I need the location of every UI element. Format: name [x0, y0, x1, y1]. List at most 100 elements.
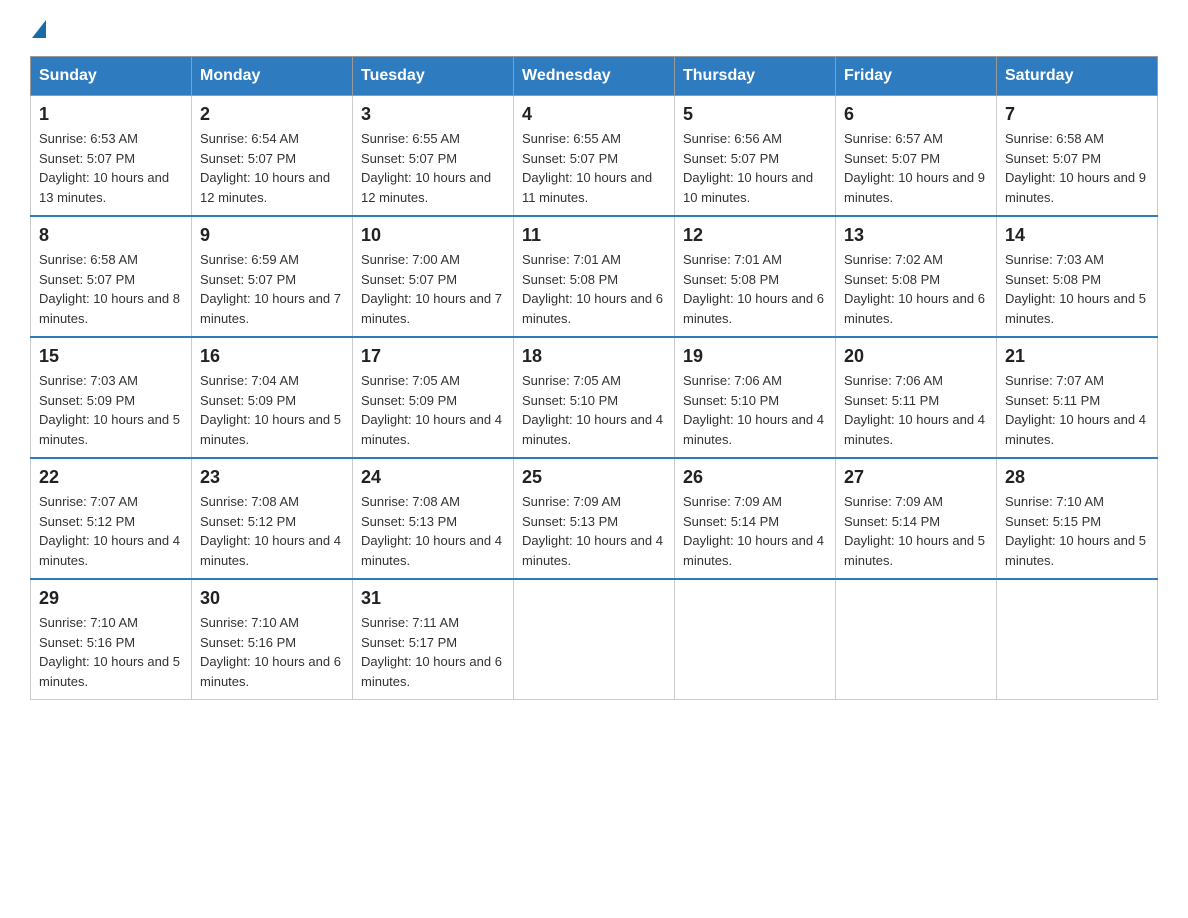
day-number: 29	[39, 588, 183, 609]
day-info: Sunrise: 7:00 AM Sunset: 5:07 PM Dayligh…	[361, 250, 505, 328]
calendar-cell: 21 Sunrise: 7:07 AM Sunset: 5:11 PM Dayl…	[997, 337, 1158, 458]
calendar-week-row: 29 Sunrise: 7:10 AM Sunset: 5:16 PM Dayl…	[31, 579, 1158, 700]
calendar-cell: 11 Sunrise: 7:01 AM Sunset: 5:08 PM Dayl…	[514, 216, 675, 337]
day-info: Sunrise: 6:57 AM Sunset: 5:07 PM Dayligh…	[844, 129, 988, 207]
calendar-week-row: 1 Sunrise: 6:53 AM Sunset: 5:07 PM Dayli…	[31, 96, 1158, 217]
calendar-cell: 14 Sunrise: 7:03 AM Sunset: 5:08 PM Dayl…	[997, 216, 1158, 337]
calendar-cell: 19 Sunrise: 7:06 AM Sunset: 5:10 PM Dayl…	[675, 337, 836, 458]
day-info: Sunrise: 7:01 AM Sunset: 5:08 PM Dayligh…	[522, 250, 666, 328]
calendar-cell: 27 Sunrise: 7:09 AM Sunset: 5:14 PM Dayl…	[836, 458, 997, 579]
day-number: 11	[522, 225, 666, 246]
calendar-cell: 17 Sunrise: 7:05 AM Sunset: 5:09 PM Dayl…	[353, 337, 514, 458]
page-header	[30, 20, 1158, 36]
calendar-cell: 3 Sunrise: 6:55 AM Sunset: 5:07 PM Dayli…	[353, 96, 514, 217]
day-number: 9	[200, 225, 344, 246]
calendar-cell: 12 Sunrise: 7:01 AM Sunset: 5:08 PM Dayl…	[675, 216, 836, 337]
logo-blue-part	[30, 20, 46, 36]
weekday-header-thursday: Thursday	[675, 57, 836, 96]
day-info: Sunrise: 7:06 AM Sunset: 5:11 PM Dayligh…	[844, 371, 988, 449]
calendar-cell: 28 Sunrise: 7:10 AM Sunset: 5:15 PM Dayl…	[997, 458, 1158, 579]
day-number: 17	[361, 346, 505, 367]
day-info: Sunrise: 7:07 AM Sunset: 5:11 PM Dayligh…	[1005, 371, 1149, 449]
calendar-cell: 20 Sunrise: 7:06 AM Sunset: 5:11 PM Dayl…	[836, 337, 997, 458]
day-number: 24	[361, 467, 505, 488]
day-number: 7	[1005, 104, 1149, 125]
day-info: Sunrise: 6:58 AM Sunset: 5:07 PM Dayligh…	[1005, 129, 1149, 207]
day-info: Sunrise: 6:55 AM Sunset: 5:07 PM Dayligh…	[522, 129, 666, 207]
day-info: Sunrise: 7:05 AM Sunset: 5:10 PM Dayligh…	[522, 371, 666, 449]
day-number: 27	[844, 467, 988, 488]
day-number: 6	[844, 104, 988, 125]
calendar-cell: 31 Sunrise: 7:11 AM Sunset: 5:17 PM Dayl…	[353, 579, 514, 700]
day-info: Sunrise: 7:06 AM Sunset: 5:10 PM Dayligh…	[683, 371, 827, 449]
day-number: 13	[844, 225, 988, 246]
day-info: Sunrise: 7:10 AM Sunset: 5:15 PM Dayligh…	[1005, 492, 1149, 570]
day-info: Sunrise: 7:08 AM Sunset: 5:13 PM Dayligh…	[361, 492, 505, 570]
calendar-cell: 29 Sunrise: 7:10 AM Sunset: 5:16 PM Dayl…	[31, 579, 192, 700]
day-number: 16	[200, 346, 344, 367]
day-number: 25	[522, 467, 666, 488]
day-number: 30	[200, 588, 344, 609]
day-number: 21	[1005, 346, 1149, 367]
day-info: Sunrise: 6:55 AM Sunset: 5:07 PM Dayligh…	[361, 129, 505, 207]
calendar-cell: 30 Sunrise: 7:10 AM Sunset: 5:16 PM Dayl…	[192, 579, 353, 700]
day-info: Sunrise: 6:54 AM Sunset: 5:07 PM Dayligh…	[200, 129, 344, 207]
calendar-cell: 18 Sunrise: 7:05 AM Sunset: 5:10 PM Dayl…	[514, 337, 675, 458]
day-info: Sunrise: 7:08 AM Sunset: 5:12 PM Dayligh…	[200, 492, 344, 570]
day-info: Sunrise: 6:56 AM Sunset: 5:07 PM Dayligh…	[683, 129, 827, 207]
logo	[30, 20, 46, 36]
calendar-cell	[514, 579, 675, 700]
calendar-table: SundayMondayTuesdayWednesdayThursdayFrid…	[30, 56, 1158, 700]
calendar-cell: 23 Sunrise: 7:08 AM Sunset: 5:12 PM Dayl…	[192, 458, 353, 579]
calendar-cell	[836, 579, 997, 700]
logo-arrow-icon	[32, 20, 46, 38]
day-number: 15	[39, 346, 183, 367]
day-info: Sunrise: 7:02 AM Sunset: 5:08 PM Dayligh…	[844, 250, 988, 328]
day-number: 5	[683, 104, 827, 125]
calendar-cell	[997, 579, 1158, 700]
calendar-cell: 13 Sunrise: 7:02 AM Sunset: 5:08 PM Dayl…	[836, 216, 997, 337]
calendar-cell: 5 Sunrise: 6:56 AM Sunset: 5:07 PM Dayli…	[675, 96, 836, 217]
day-info: Sunrise: 7:10 AM Sunset: 5:16 PM Dayligh…	[39, 613, 183, 691]
calendar-cell: 16 Sunrise: 7:04 AM Sunset: 5:09 PM Dayl…	[192, 337, 353, 458]
calendar-cell: 2 Sunrise: 6:54 AM Sunset: 5:07 PM Dayli…	[192, 96, 353, 217]
day-number: 2	[200, 104, 344, 125]
calendar-cell: 22 Sunrise: 7:07 AM Sunset: 5:12 PM Dayl…	[31, 458, 192, 579]
day-number: 14	[1005, 225, 1149, 246]
calendar-cell: 4 Sunrise: 6:55 AM Sunset: 5:07 PM Dayli…	[514, 96, 675, 217]
calendar-cell: 6 Sunrise: 6:57 AM Sunset: 5:07 PM Dayli…	[836, 96, 997, 217]
calendar-cell: 24 Sunrise: 7:08 AM Sunset: 5:13 PM Dayl…	[353, 458, 514, 579]
calendar-cell	[675, 579, 836, 700]
calendar-cell: 7 Sunrise: 6:58 AM Sunset: 5:07 PM Dayli…	[997, 96, 1158, 217]
day-number: 8	[39, 225, 183, 246]
day-info: Sunrise: 6:59 AM Sunset: 5:07 PM Dayligh…	[200, 250, 344, 328]
day-number: 31	[361, 588, 505, 609]
day-info: Sunrise: 7:10 AM Sunset: 5:16 PM Dayligh…	[200, 613, 344, 691]
day-number: 22	[39, 467, 183, 488]
day-info: Sunrise: 7:11 AM Sunset: 5:17 PM Dayligh…	[361, 613, 505, 691]
calendar-week-row: 8 Sunrise: 6:58 AM Sunset: 5:07 PM Dayli…	[31, 216, 1158, 337]
calendar-cell: 8 Sunrise: 6:58 AM Sunset: 5:07 PM Dayli…	[31, 216, 192, 337]
calendar-cell: 26 Sunrise: 7:09 AM Sunset: 5:14 PM Dayl…	[675, 458, 836, 579]
weekday-header-wednesday: Wednesday	[514, 57, 675, 96]
day-number: 4	[522, 104, 666, 125]
weekday-header-sunday: Sunday	[31, 57, 192, 96]
day-number: 3	[361, 104, 505, 125]
calendar-week-row: 15 Sunrise: 7:03 AM Sunset: 5:09 PM Dayl…	[31, 337, 1158, 458]
day-info: Sunrise: 7:03 AM Sunset: 5:08 PM Dayligh…	[1005, 250, 1149, 328]
day-number: 12	[683, 225, 827, 246]
weekday-header-monday: Monday	[192, 57, 353, 96]
weekday-header-tuesday: Tuesday	[353, 57, 514, 96]
weekday-header-row: SundayMondayTuesdayWednesdayThursdayFrid…	[31, 57, 1158, 96]
day-number: 19	[683, 346, 827, 367]
calendar-cell: 15 Sunrise: 7:03 AM Sunset: 5:09 PM Dayl…	[31, 337, 192, 458]
weekday-header-saturday: Saturday	[997, 57, 1158, 96]
day-info: Sunrise: 6:58 AM Sunset: 5:07 PM Dayligh…	[39, 250, 183, 328]
day-number: 18	[522, 346, 666, 367]
day-info: Sunrise: 7:03 AM Sunset: 5:09 PM Dayligh…	[39, 371, 183, 449]
day-info: Sunrise: 7:09 AM Sunset: 5:14 PM Dayligh…	[844, 492, 988, 570]
day-info: Sunrise: 7:09 AM Sunset: 5:14 PM Dayligh…	[683, 492, 827, 570]
day-number: 10	[361, 225, 505, 246]
calendar-cell: 10 Sunrise: 7:00 AM Sunset: 5:07 PM Dayl…	[353, 216, 514, 337]
day-number: 23	[200, 467, 344, 488]
